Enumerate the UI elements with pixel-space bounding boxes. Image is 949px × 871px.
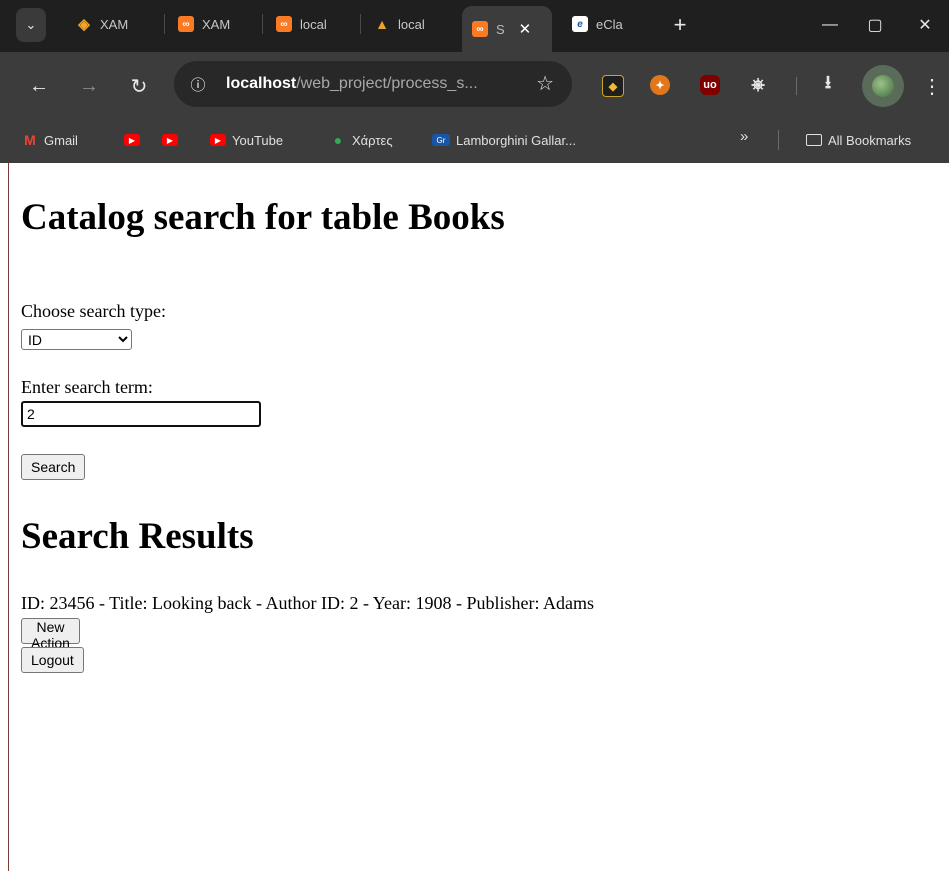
page-title: Catalog search for table Books (21, 197, 505, 238)
search-term-label: Enter search term: (21, 377, 153, 397)
tab-separator (360, 14, 361, 34)
bookmark-label: Lamborghini Gallar... (456, 132, 576, 148)
tab-localhost-1[interactable]: ∞ local (266, 6, 358, 42)
download-icon[interactable]: ⭳ (818, 72, 838, 95)
close-tab-icon[interactable]: ✕ (519, 20, 532, 38)
back-arrow-icon[interactable]: ← (22, 69, 56, 103)
profile-avatar[interactable] (862, 65, 904, 107)
bookmark-youtube[interactable]: ▶ YouTube (210, 130, 283, 150)
youtube-icon: ▶ (124, 134, 140, 146)
search-type-label: Choose search type: (21, 301, 166, 321)
bookmark-lamborghini[interactable]: Gr Lamborghini Gallar... (432, 130, 576, 150)
youtube-icon: ▶ (210, 134, 226, 146)
tab-localhost-2[interactable]: ▲ local (364, 6, 456, 42)
bookmarks-divider (778, 130, 779, 150)
bookmark-star-icon[interactable]: ☆ (536, 71, 554, 96)
extensions-puzzle-icon[interactable]: ⎈ (748, 75, 768, 95)
avatar-image (872, 75, 894, 97)
toolbar-divider (796, 77, 797, 95)
tab-label: S (496, 21, 505, 37)
tab-xampp-1[interactable]: ◈ XAM (66, 6, 162, 42)
tab-xampp-2[interactable]: ∞ XAM (168, 6, 260, 42)
xampp-diamond-icon: ◈ (78, 16, 90, 33)
bookmark-maps[interactable]: ● Χάρτες (330, 130, 393, 150)
site-info-icon[interactable]: ⓘ (184, 70, 212, 98)
minimize-icon[interactable]: — (810, 8, 850, 42)
bookmark-label: Χάρτες (352, 132, 393, 148)
new-tab-button[interactable]: + (665, 10, 695, 40)
eclass-icon: e (572, 16, 588, 32)
maximize-icon[interactable]: ▢ (855, 8, 895, 42)
search-term-input[interactable] (21, 401, 261, 427)
xampp-icon: ∞ (178, 16, 194, 32)
url-host: localhost (226, 75, 297, 92)
address-bar[interactable]: ⓘ localhost/web_project/process_s... ☆ (174, 61, 572, 107)
youtube-icon: ▶ (162, 134, 178, 146)
more-bookmarks-chevron-icon[interactable]: » (740, 128, 748, 145)
metamask-icon[interactable]: ✦ (650, 75, 670, 95)
tab-separator (262, 14, 263, 34)
tab-label: XAM (100, 16, 129, 32)
all-bookmarks-folder[interactable]: All Bookmarks (806, 130, 911, 150)
xampp-icon: ∞ (472, 21, 488, 37)
tab-search-dropdown-icon[interactable]: ⌄ (16, 8, 46, 42)
bookmark-gmail[interactable]: M Gmail (22, 130, 78, 150)
tab-separator (164, 14, 165, 34)
tab-label: XAM (202, 16, 231, 32)
ublock-origin-icon[interactable]: uo (700, 75, 720, 95)
forward-arrow-icon[interactable]: → (72, 69, 106, 103)
url-path: /web_project/process_s... (296, 75, 478, 92)
xampp-icon: ∞ (276, 16, 292, 32)
page-left-border (8, 163, 9, 871)
folder-icon (806, 134, 822, 146)
tab-active[interactable]: ∞ S ✕ (462, 6, 552, 52)
binance-wallet-icon[interactable]: ◆ (602, 75, 624, 97)
tab-label: local (300, 16, 327, 32)
tab-eclass[interactable]: e eCla (562, 6, 658, 42)
tab-strip: ⌄ ◈ XAM ∞ XAM ∞ local ▲ local ∞ S ✕ e eC… (0, 0, 949, 52)
reload-icon[interactable]: ↻ (122, 69, 156, 103)
browser-toolbar: ← → ↻ ⓘ localhost/web_project/process_s.… (0, 52, 949, 118)
search-button[interactable]: Search (21, 454, 86, 480)
close-window-icon[interactable]: ✕ (905, 8, 945, 42)
bookmark-youtube-2[interactable]: ▶ (162, 130, 178, 150)
new-action-button[interactable]: New Action (21, 618, 80, 651)
tab-label: local (398, 16, 425, 32)
car-site-icon: Gr (432, 134, 450, 146)
results-heading: Search Results (21, 516, 254, 557)
bookmark-label: Gmail (44, 132, 78, 148)
bookmarks-bar: M Gmail ▶ ▶ ▶ YouTube ● Χάρτες Gr Lambor… (0, 118, 949, 163)
phpmyadmin-icon: ▲ (375, 16, 389, 32)
result-row: ID: 23456 - Title: Looking back - Author… (21, 593, 594, 613)
logout-button[interactable]: Logout (21, 647, 84, 673)
bookmark-label: YouTube (232, 132, 284, 148)
search-type-select[interactable]: ID (21, 329, 132, 350)
bookmark-youtube-1[interactable]: ▶ (124, 130, 140, 150)
gmail-icon: M (24, 132, 36, 148)
all-bookmarks-label: All Bookmarks (828, 132, 912, 148)
tab-label: eCla (596, 16, 623, 32)
url-text[interactable]: localhost/web_project/process_s... (226, 75, 478, 93)
kebab-menu-icon[interactable]: ⋮ (920, 69, 944, 103)
maps-pin-icon: ● (333, 132, 343, 148)
